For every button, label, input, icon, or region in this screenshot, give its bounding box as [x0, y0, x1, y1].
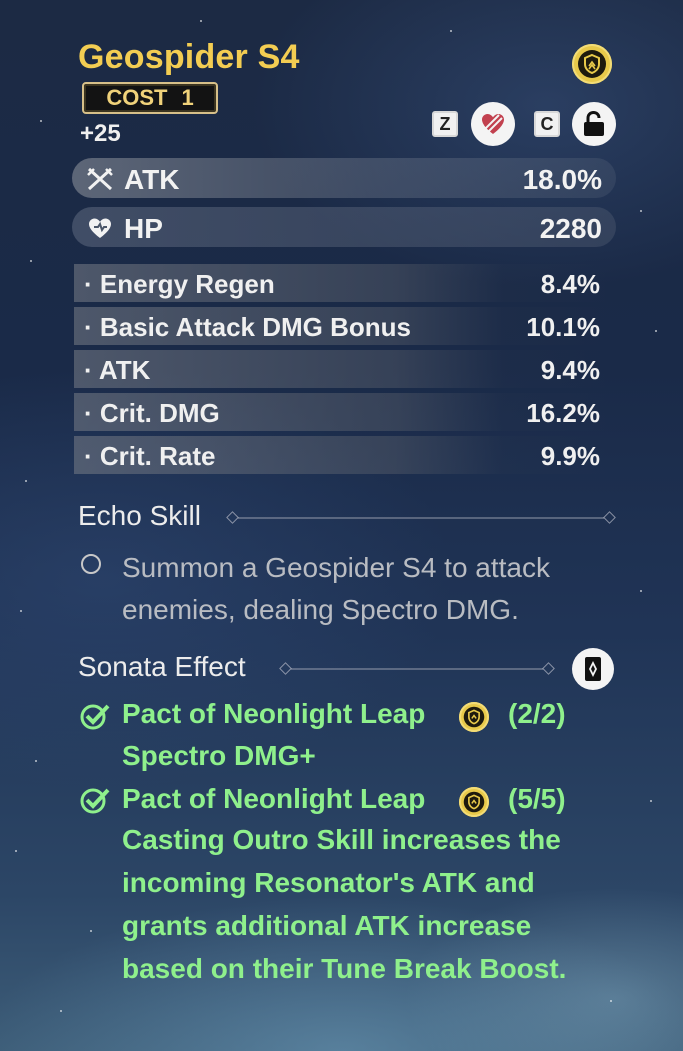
main-stat-name: ATK — [124, 164, 180, 195]
card-icon — [585, 657, 601, 681]
sonata-set-icon — [459, 702, 489, 732]
echo-skill-heading: Echo Skill — [78, 500, 201, 531]
cost-label: COST — [106, 85, 168, 110]
lock-hotkey: C — [534, 111, 560, 137]
sonata-effect-description: Spectro DMG+ — [122, 740, 316, 771]
sonata-set-icon — [459, 787, 489, 817]
main-stat-name: HP — [124, 213, 163, 244]
sub-stat-name: · Basic Attack DMG Bonus — [84, 312, 411, 342]
main-stat-atk: ATK 18.0% — [72, 158, 616, 198]
discard-button[interactable] — [471, 102, 515, 146]
unlock-icon — [584, 110, 604, 136]
sonata-effect-name: Pact of Neonlight Leap — [122, 783, 426, 814]
sonata-effect-count: (2/2) — [508, 698, 566, 729]
section-divider — [238, 517, 604, 519]
swords-icon — [86, 166, 114, 197]
sub-stat-value: 9.4% — [540, 355, 600, 385]
sub-stat-name: · Crit. DMG — [84, 398, 220, 428]
echo-skill-description: Summon a Geospider S4 to attack enemies,… — [122, 552, 550, 625]
section-divider — [291, 668, 543, 670]
sonata-detail-button[interactable] — [572, 648, 614, 690]
divider-ornament — [603, 511, 616, 524]
lock-button[interactable] — [572, 102, 616, 146]
sub-stat-name: · ATK — [84, 355, 151, 385]
sub-stat-row: · Crit. DMG 16.2% — [74, 393, 610, 431]
sub-stat-name: · Crit. Rate — [84, 441, 216, 471]
sub-stat-value: 10.1% — [526, 312, 600, 342]
divider-ornament — [542, 662, 555, 675]
discard-hotkey: Z — [432, 111, 458, 137]
sonata-effect-heading: Sonata Effect — [78, 651, 246, 682]
sonata-set-badge[interactable] — [572, 44, 612, 84]
echo-level: +25 — [80, 120, 121, 147]
cost-badge: COST 1 — [82, 82, 218, 114]
sonata-effect-name: Pact of Neonlight Leap — [122, 698, 426, 729]
check-circle-icon — [80, 788, 110, 814]
cost-value: 1 — [181, 85, 194, 110]
main-stat-hp: HP 2280 — [72, 207, 616, 247]
sub-stat-value: 9.9% — [540, 441, 600, 471]
skill-bullet-icon — [81, 554, 101, 574]
sonata-effect-description: Casting Outro Skill increases the incomi… — [122, 824, 567, 984]
divider-ornament — [226, 511, 239, 524]
sonata-effect-count: (5/5) — [508, 783, 566, 814]
echo-name: Geospider S4 — [78, 38, 300, 76]
discard-heart-icon — [482, 114, 504, 134]
sub-stat-row: · Energy Regen 8.4% — [74, 264, 610, 302]
main-stat-value: 2280 — [539, 213, 602, 244]
check-circle-icon — [80, 704, 110, 730]
sub-stat-row: · Basic Attack DMG Bonus 10.1% — [74, 307, 610, 345]
sub-stat-row: · ATK 9.4% — [74, 350, 610, 388]
sub-stat-value: 8.4% — [540, 269, 600, 299]
sub-stat-row: · Crit. Rate 9.9% — [74, 436, 610, 474]
heart-icon — [86, 215, 114, 246]
sub-stat-name: · Energy Regen — [84, 269, 275, 299]
shield-icon — [578, 50, 606, 78]
main-stat-value: 18.0% — [522, 164, 602, 195]
sub-stat-value: 16.2% — [526, 398, 600, 428]
divider-ornament — [279, 662, 292, 675]
